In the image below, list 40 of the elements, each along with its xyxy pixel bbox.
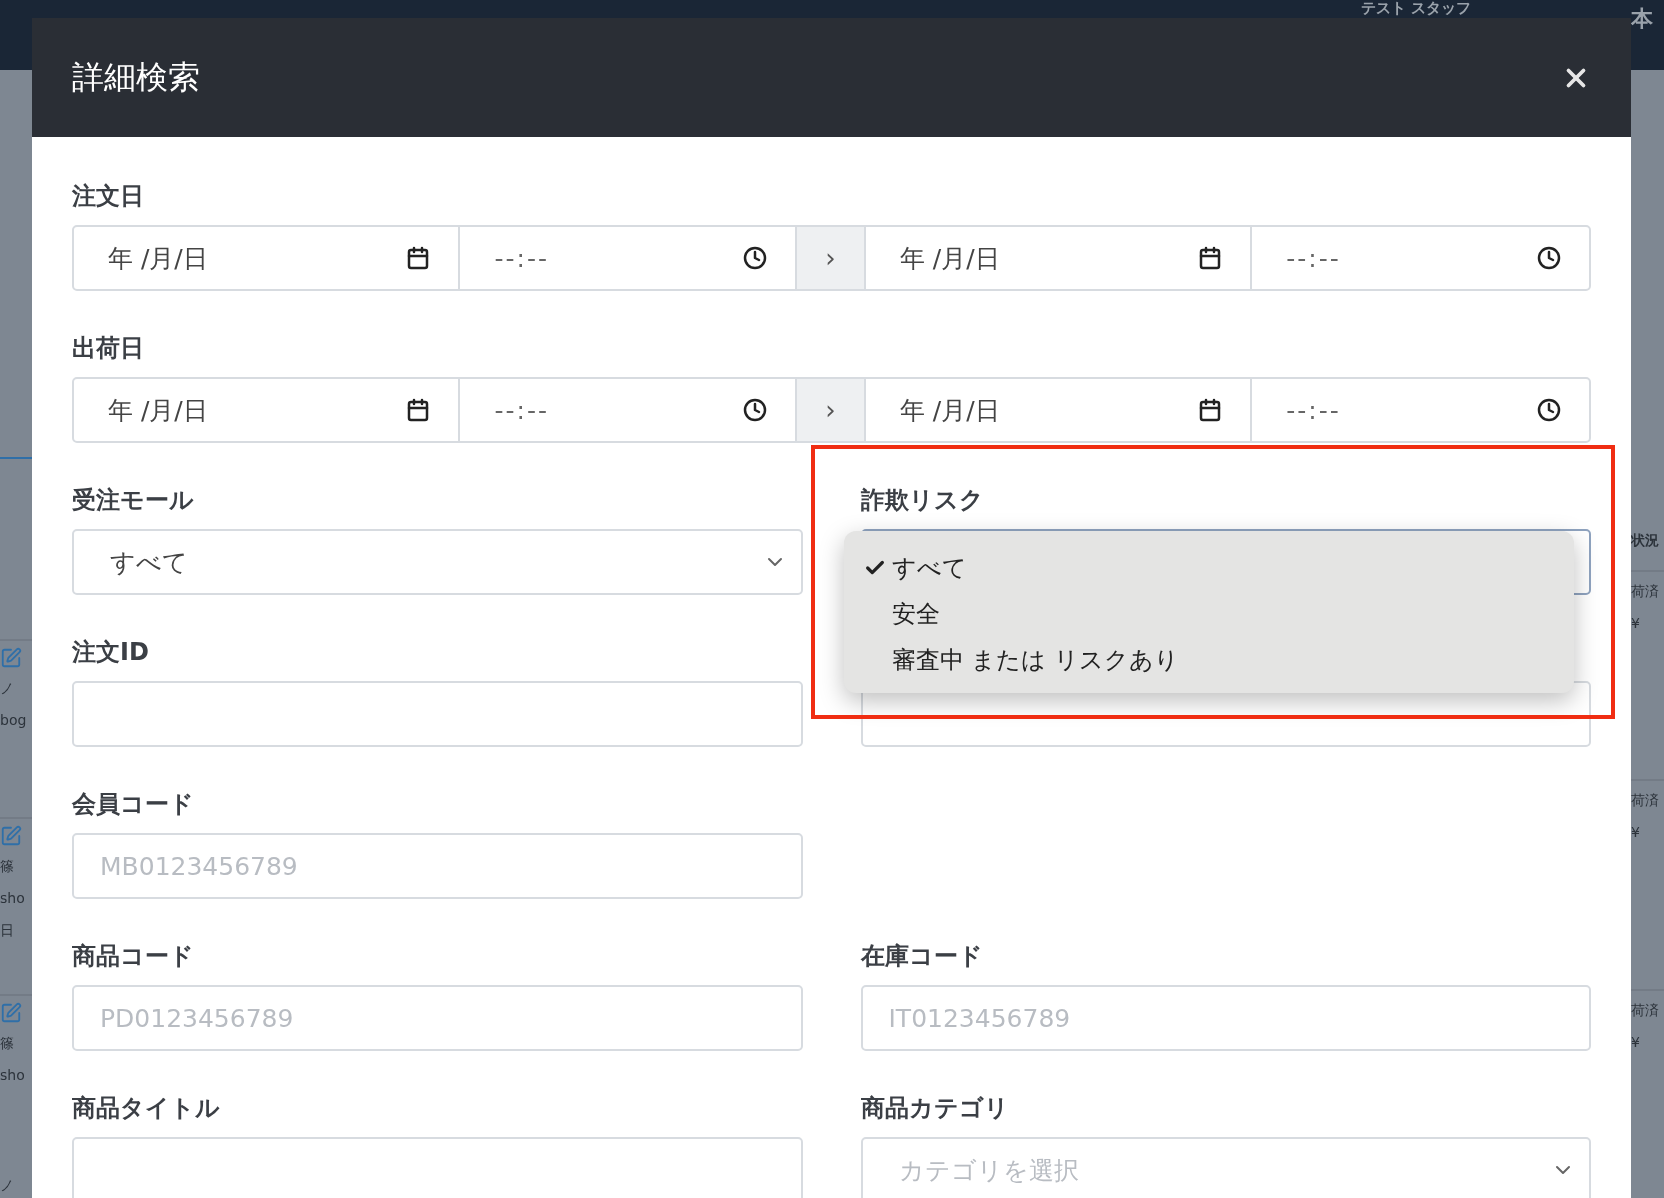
field-label: 注文ID: [72, 637, 150, 667]
field-label: 商品タイトル: [72, 1093, 221, 1123]
edit-icon: [0, 1002, 22, 1025]
text-field[interactable]: MB0123456789: [72, 833, 803, 899]
text-field[interactable]: [72, 1137, 803, 1198]
row-text: ¥: [1631, 614, 1641, 633]
text-field[interactable]: PD0123456789: [72, 985, 803, 1051]
row-text: 荷済: [1631, 791, 1660, 811]
dropdown-option[interactable]: 審査中 または リスクあり: [843, 637, 1574, 683]
field-label: 出荷日: [72, 333, 145, 363]
row-text: ノ: [0, 679, 15, 699]
field-label: 注文日: [72, 181, 145, 211]
edit-icon: [0, 824, 22, 847]
text-field[interactable]: [72, 681, 803, 747]
dropdown-option[interactable]: すべて: [843, 545, 1574, 591]
dialog-title: 詳細検索: [72, 56, 200, 98]
row-text: 荷済: [1631, 582, 1660, 601]
row-text: sho: [0, 888, 26, 908]
column-heading: 状況: [1631, 531, 1660, 550]
dropdown-option[interactable]: 安全: [843, 591, 1574, 637]
field-label: 受注モール: [72, 485, 195, 515]
field-label: 在庫コード: [860, 941, 984, 971]
field-label: 商品カテゴリ: [860, 1093, 1010, 1123]
user-menu[interactable]: テスト スタッフ: [1360, 0, 1471, 17]
row-text: ノ: [0, 1176, 15, 1195]
row-text: sho: [0, 1066, 26, 1086]
row-text: 篠: [0, 1034, 15, 1054]
field-label: 商品コード: [72, 941, 195, 971]
row-text: ¥: [1631, 823, 1641, 843]
row-text: ¥: [1631, 1032, 1641, 1052]
store-name: 本: [1631, 5, 1654, 33]
row-text: 日: [0, 920, 15, 940]
row-text: 篠: [0, 856, 15, 876]
field-label: 会員コード: [72, 789, 195, 819]
select-field[interactable]: すべて: [72, 529, 803, 595]
row-text: 荷済: [1631, 1000, 1660, 1020]
row-text: bog: [0, 711, 28, 731]
edit-icon: [0, 647, 22, 670]
text-field[interactable]: IT0123456789: [860, 985, 1591, 1051]
field-label: 詐欺リスク: [860, 485, 985, 515]
